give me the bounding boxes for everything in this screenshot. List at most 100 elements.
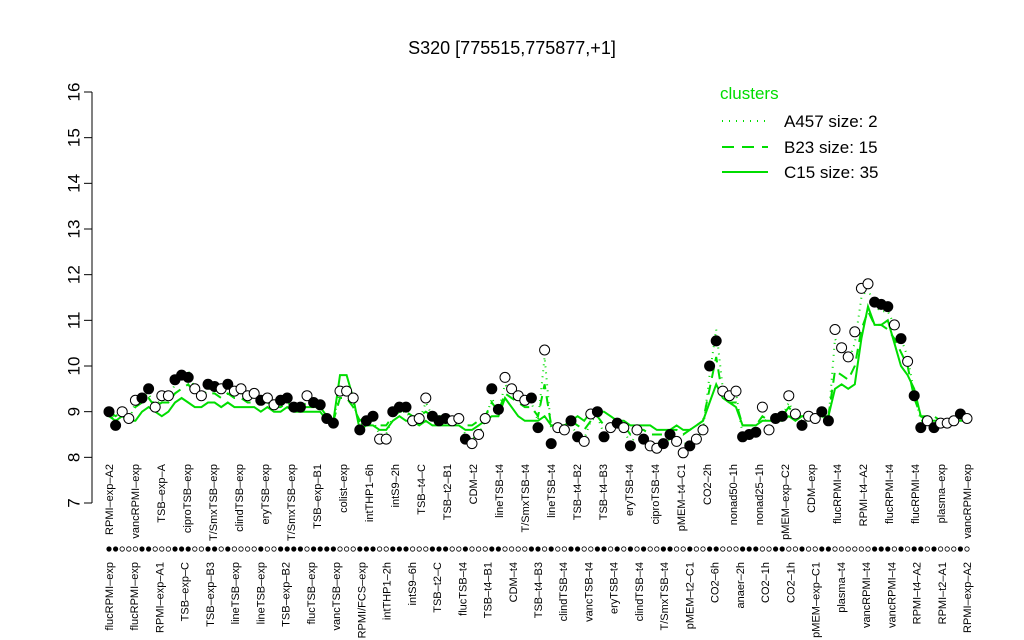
x-tick-label-top: TSB–exp–A	[156, 463, 168, 522]
rug-mark	[931, 546, 937, 552]
rug-mark	[291, 546, 297, 552]
rug-mark	[654, 546, 660, 552]
rug-mark	[251, 546, 257, 552]
rug-mark	[588, 546, 594, 552]
rug-mark	[673, 546, 680, 552]
rug-mark	[113, 546, 119, 552]
data-point	[294, 401, 306, 413]
rug-mark	[258, 546, 264, 552]
rug-mark	[918, 546, 924, 552]
data-point	[888, 319, 900, 331]
data-point	[539, 344, 551, 356]
rug-mark	[555, 546, 561, 552]
data-point	[499, 371, 511, 383]
data-point	[756, 401, 768, 413]
x-tick-label-bottom: flucRPMI–exp	[129, 562, 141, 630]
rug-mark	[581, 546, 587, 552]
rug-mark	[594, 546, 601, 552]
data-point	[143, 383, 155, 395]
rug-mark	[416, 546, 422, 552]
rug-mark	[621, 546, 627, 552]
x-tick-label-bottom: plasma–t4	[836, 562, 848, 613]
y-tick-label: 15	[65, 128, 84, 147]
rug-mark	[469, 546, 475, 552]
data-point	[162, 390, 174, 402]
data-point	[136, 392, 148, 404]
rug-mark	[245, 546, 251, 552]
x-tick-label-top: ciproTSB–t4	[650, 464, 662, 525]
data-point	[829, 324, 841, 335]
x-tick-label-top: CO2–2h	[702, 464, 714, 505]
x-tick-label-top: ciproTSB–exp	[182, 464, 194, 533]
x-tick-label-top: nonad25–1h	[754, 464, 766, 525]
rug-mark	[634, 546, 640, 552]
y-tick-label: 9	[65, 407, 84, 416]
data-point	[123, 413, 135, 424]
x-tick-label-top: pMEM–exp–C2	[780, 464, 792, 540]
x-tick-label-top: flucRPMI–t4	[884, 464, 896, 524]
data-point	[730, 385, 742, 397]
y-tick-label: 8	[65, 453, 84, 462]
x-tick-label-bottom: intTHP1–2h	[382, 562, 394, 620]
rug-mark	[568, 546, 574, 552]
x-tick-label-top: CDM–exp	[806, 464, 818, 513]
rug-mark	[284, 546, 290, 552]
x-tick-label-top: CDM–t2	[468, 464, 480, 504]
rug-mark	[370, 546, 376, 552]
legend-label-a457: A457 size: 2	[784, 112, 878, 131]
x-tick-label-bottom: vancTSB–exp	[331, 562, 343, 630]
data-point	[657, 438, 669, 450]
x-tick-label-top: RPMI–exp–A2	[104, 464, 116, 535]
data-point	[822, 415, 834, 427]
rug-mark	[297, 546, 303, 552]
x-tick-label-bottom: pMEM–exp–C1	[811, 562, 823, 638]
x-tick-label-bottom: clindTSB–t4	[558, 562, 570, 621]
x-tick-label-bottom: RPMI/FCS–exp	[356, 562, 368, 638]
rug-mark	[858, 546, 865, 552]
y-tick-label: 7	[65, 498, 84, 507]
rug-mark	[726, 546, 733, 552]
x-tick-label-top: RPMI–t4–A2	[858, 464, 870, 526]
rug-mark	[640, 546, 647, 552]
data-point	[367, 410, 379, 422]
data-point	[704, 360, 716, 372]
x-tick-label-top: intS9–2h	[390, 464, 402, 507]
data-point	[400, 401, 412, 413]
data-point	[842, 351, 854, 363]
data-point	[750, 426, 762, 438]
rug-mark	[390, 546, 396, 552]
x-tick-label-top: eryTSB–t4	[624, 464, 636, 516]
data-point	[710, 335, 722, 347]
rug-mark	[357, 546, 363, 552]
x-tick-label-top: eryTSB–exp	[260, 464, 272, 525]
rug-mark	[383, 546, 389, 552]
rug-mark	[277, 546, 284, 552]
x-tick-label-top: flucRPMI–t4	[832, 464, 844, 524]
x-tick-label-bottom: vancTSB–t4	[584, 562, 596, 622]
rug-mark	[825, 546, 832, 552]
rug-mark	[337, 546, 343, 552]
x-tick-label-bottom: RPMI–t4–A2	[912, 562, 924, 624]
x-tick-label-bottom: clindTSB–t4	[634, 562, 646, 621]
data-point	[473, 429, 485, 440]
rug-mark	[693, 546, 700, 552]
data-point	[624, 440, 636, 452]
rug-mark	[733, 546, 739, 552]
rug-mark	[502, 546, 508, 552]
rug-mark	[561, 546, 568, 552]
rug-mark	[852, 546, 858, 552]
rug-mark	[231, 546, 237, 552]
rug-mark	[964, 546, 970, 552]
y-tick-label: 16	[65, 83, 84, 102]
x-tick-label-top: lineTSB–t4	[494, 464, 506, 518]
x-tick-label-top: lineTSB–t4	[546, 464, 558, 518]
legend-label-c15: C15 size: 35	[784, 163, 879, 182]
x-tick-label-top: T/SmxTSB–t4	[520, 464, 532, 532]
rug-mark	[449, 546, 455, 552]
rug-mark	[218, 546, 224, 552]
rug-mark	[423, 546, 429, 552]
x-tick-label-bottom: RPMI–exp–A2	[962, 562, 974, 633]
rug-mark	[937, 546, 944, 552]
x-tick-label-bottom: vancRPMI–t4	[861, 562, 873, 628]
rug-mark	[878, 546, 884, 552]
